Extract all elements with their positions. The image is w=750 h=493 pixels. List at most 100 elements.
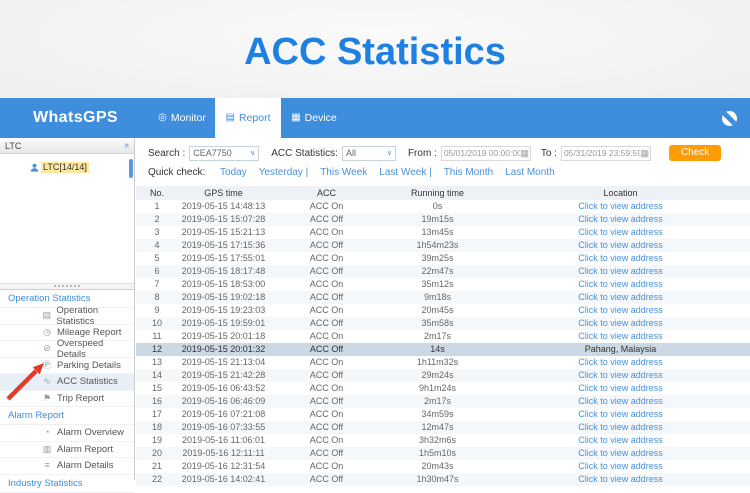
table-row[interactable]: 9 2019-05-15 19:23:03 ACC On 20m45s Click to…: [136, 304, 750, 317]
table-row[interactable]: 21 2019-05-16 12:31:54 ACC On 20m43s Click t…: [136, 460, 750, 473]
table-row[interactable]: 11 2019-05-15 20:01:18 ACC On 2m17s Click to…: [136, 330, 750, 343]
location-link[interactable]: Click to view address: [578, 435, 663, 445]
navbar: WhatsGPS ◎ Monitor ▤ Report ▦ Device: [0, 98, 750, 138]
table-row[interactable]: 2 2019-05-15 15:07:28 ACC Off 19m15s Click t…: [136, 213, 750, 226]
search-label: Search :: [148, 147, 186, 159]
sidebar-item-alarm-details[interactable]: ≡ Alarm Details: [0, 458, 134, 475]
location-cell: Click to view address: [491, 213, 750, 226]
tab-report[interactable]: ▤ Report: [215, 98, 281, 138]
table-row[interactable]: 5 2019-05-15 17:55:01 ACC On 39m25s Click to…: [136, 252, 750, 265]
table-row[interactable]: 13 2019-05-15 21:13:04 ACC On 1h11m32s Click…: [136, 356, 750, 369]
sidebar-item-acc-statistics[interactable]: ∿ ACC Statistics: [0, 374, 134, 391]
tab-monitor[interactable]: ◎ Monitor: [149, 98, 215, 138]
quick-links: Today Yesterday | This Week Last Week | This…: [208, 167, 555, 178]
acc-statistics-select[interactable]: All ∨: [341, 145, 396, 161]
location-link[interactable]: Click to view address: [578, 448, 663, 458]
location-text: Pahang, Malaysia: [584, 344, 657, 354]
location-link[interactable]: Click to view address: [578, 292, 663, 302]
brand-logo[interactable]: WhatsGPS: [33, 98, 145, 138]
calendar-icon[interactable]: ▦: [520, 148, 529, 158]
table-row[interactable]: 6 2019-05-15 18:17:48 ACC Off 22m47s Click t…: [136, 265, 750, 278]
table-row[interactable]: 8 2019-05-15 19:02:18 ACC Off 9m18s Click to…: [136, 291, 750, 304]
col-acc[interactable]: ACC: [269, 186, 384, 200]
sidebar-item-alarm-report[interactable]: ▥ Alarm Report: [0, 442, 134, 458]
gps-time: 2019-05-15 18:53:00: [181, 279, 266, 289]
to-date-input[interactable]: 05/31/2019 23:59:59 ▦: [560, 145, 651, 161]
table-row[interactable]: 1 2019-05-15 14:48:13 ACC On 0s Click to vie…: [136, 200, 750, 213]
running-time: 34m59s: [421, 409, 454, 419]
location-link[interactable]: Click to view address: [578, 318, 663, 328]
from-date-input[interactable]: 05/01/2019 00:00:00 ▦: [440, 145, 531, 161]
col-running-time[interactable]: Running time: [384, 186, 491, 200]
col-no[interactable]: No.: [136, 186, 178, 200]
table-row[interactable]: 4 2019-05-15 17:15:36 ACC Off 1h54m23s Click…: [136, 239, 750, 252]
check-button[interactable]: Check: [668, 145, 722, 161]
table-row[interactable]: 12 2019-05-15 20:01:32 ACC Off 14s Pahang, M…: [136, 343, 750, 356]
table-row[interactable]: 17 2019-05-16 07:21:08 ACC On 34m59s Click t…: [136, 408, 750, 421]
acc-state: ACC Off: [309, 396, 344, 406]
location-link[interactable]: Click to view address: [578, 474, 663, 484]
gps-time: 2019-05-15 15:21:13: [181, 227, 266, 237]
location-link[interactable]: Click to view address: [578, 422, 663, 432]
globe-icon[interactable]: [722, 110, 737, 126]
sidebar-item-alarm-overview[interactable]: ◔ Alarm Overview: [0, 425, 134, 442]
table-row[interactable]: 15 2019-05-16 06:43:52 ACC On 9h1m24s Click …: [136, 382, 750, 395]
running-time: 35m58s: [421, 318, 454, 328]
sidebar-item-trip-report[interactable]: ⚑ Trip Report: [0, 391, 134, 407]
quick-link-yesterday[interactable]: Yesterday |: [259, 167, 308, 178]
quick-link-this-month[interactable]: This Month: [444, 167, 493, 178]
col-gps-time[interactable]: GPS time: [178, 186, 269, 200]
tree-node-ltc[interactable]: LTC[14/14]: [30, 162, 89, 173]
quick-link-last-week[interactable]: Last Week |: [379, 167, 431, 178]
acc-state: ACC On: [309, 409, 344, 419]
sidebar-item-label: Overspeed Details: [56, 337, 104, 360]
col-location[interactable]: Location: [491, 186, 750, 200]
tab-device[interactable]: ▦ Device: [281, 98, 347, 138]
sidebar-item-parking-details[interactable]: Ⓟ Parking Details: [0, 358, 134, 374]
monitor-pin-icon: ◎: [158, 112, 167, 123]
location-link[interactable]: Click to view address: [578, 370, 663, 380]
sidebar-item-label: Alarm Report: [57, 443, 113, 455]
acc-table: No. GPS time ACC Running time Location 1…: [136, 186, 750, 486]
sidebar-item-label: Trip Report: [57, 392, 105, 404]
sidebar-item-operation-statistics[interactable]: ▤ Operation Statistics: [0, 305, 134, 327]
location-link[interactable]: Click to view address: [578, 240, 663, 250]
location-link[interactable]: Click to view address: [578, 461, 663, 471]
location-link[interactable]: Click to view address: [578, 357, 663, 367]
location-link[interactable]: Click to view address: [578, 396, 663, 406]
location-link[interactable]: Click to view address: [578, 331, 663, 341]
location-link[interactable]: Click to view address: [578, 305, 663, 315]
sidebar-item-overspeed-details[interactable]: ⊘ Overspeed Details: [0, 337, 134, 360]
acc-state: ACC On: [309, 227, 344, 237]
location-link[interactable]: Click to view address: [578, 253, 663, 263]
quick-link-today[interactable]: Today: [220, 167, 247, 178]
location-link[interactable]: Click to view address: [578, 227, 663, 237]
table-row[interactable]: 18 2019-05-16 07:33:55 ACC Off 12m47s Click …: [136, 421, 750, 434]
splitter-handle[interactable]: [0, 283, 134, 290]
row-no: 5: [154, 253, 160, 263]
quick-link-this-week[interactable]: This Week: [320, 167, 367, 178]
collapse-up-icon[interactable]: »: [121, 143, 131, 148]
tree-scrollbar[interactable]: [129, 159, 133, 178]
search-select[interactable]: CEA7750 ∨: [189, 145, 260, 161]
location-link[interactable]: Click to view address: [578, 201, 663, 211]
table-row[interactable]: 16 2019-05-16 06:46:09 ACC Off 2m17s Click t…: [136, 395, 750, 408]
table-row[interactable]: 14 2019-05-15 21:42:28 ACC Off 29m24s Click …: [136, 369, 750, 382]
sidebar-item-label: Alarm Details: [57, 460, 114, 472]
location-link[interactable]: Click to view address: [578, 266, 663, 276]
acc-state: ACC Off: [309, 422, 344, 432]
table-row[interactable]: 7 2019-05-15 18:53:00 ACC On 35m12s Click to…: [136, 278, 750, 291]
location-cell: Click to view address: [491, 434, 750, 447]
location-link[interactable]: Click to view address: [578, 383, 663, 393]
location-link[interactable]: Click to view address: [578, 279, 663, 289]
quick-link-last-month[interactable]: Last Month: [505, 167, 554, 178]
location-link[interactable]: Click to view address: [578, 409, 663, 419]
calendar-icon[interactable]: ▦: [640, 148, 649, 158]
location-cell: Click to view address: [491, 265, 750, 278]
running-time: 20m45s: [421, 305, 454, 315]
table-row[interactable]: 19 2019-05-16 11:06:01 ACC On 3h32m6s Click …: [136, 434, 750, 447]
table-row[interactable]: 20 2019-05-16 12:11:11 ACC Off 1h5m10s Click…: [136, 447, 750, 460]
location-link[interactable]: Click to view address: [578, 214, 663, 224]
table-row[interactable]: 3 2019-05-15 15:21:13 ACC On 13m45s Click to…: [136, 226, 750, 239]
table-row[interactable]: 10 2019-05-15 19:59:01 ACC Off 35m58s Click …: [136, 317, 750, 330]
